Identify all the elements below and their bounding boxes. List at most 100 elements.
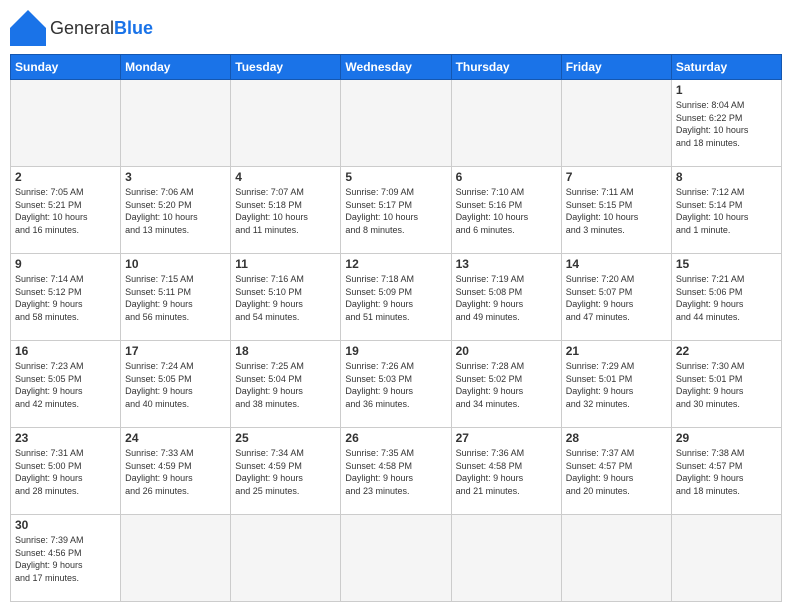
day-number: 9 xyxy=(15,257,116,271)
day-number: 14 xyxy=(566,257,667,271)
day-number: 19 xyxy=(345,344,446,358)
day-number: 5 xyxy=(345,170,446,184)
day-info: Sunrise: 7:09 AM Sunset: 5:17 PM Dayligh… xyxy=(345,186,446,236)
calendar-cell xyxy=(451,80,561,167)
calendar-cell: 23Sunrise: 7:31 AM Sunset: 5:00 PM Dayli… xyxy=(11,428,121,515)
calendar-cell: 28 Sunrise: 7:37 AM Sunset: 4:57 PM Dayli… xyxy=(561,428,671,515)
weekday-header-thursday: Thursday xyxy=(451,55,561,80)
calendar-cell: 27 Sunrise: 7:36 AM Sunset: 4:58 PM Dayli… xyxy=(451,428,561,515)
day-number: 27 xyxy=(456,431,557,445)
calendar-cell: 4Sunrise: 7:07 AM Sunset: 5:18 PM Daylig… xyxy=(231,167,341,254)
weekday-header-row: SundayMondayTuesdayWednesdayThursdayFrid… xyxy=(11,55,782,80)
calendar-cell: 30Sunrise: 7:39 AM Sunset: 4:56 PM Dayli… xyxy=(11,515,121,602)
calendar-cell: 9 Sunrise: 7:14 AM Sunset: 5:12 PM Daylig… xyxy=(11,254,121,341)
day-number: 18 xyxy=(235,344,336,358)
day-number: 8 xyxy=(676,170,777,184)
day-info: Sunrise: 7:37 AM Sunset: 4:57 PM Dayligh… xyxy=(566,447,667,497)
day-info: Sunrise: 7:10 AM Sunset: 5:16 PM Dayligh… xyxy=(456,186,557,236)
day-number: 10 xyxy=(125,257,226,271)
day-info: Sunrise: 7:24 AM Sunset: 5:05 PM Dayligh… xyxy=(125,360,226,410)
day-number: 22 xyxy=(676,344,777,358)
calendar-cell xyxy=(561,80,671,167)
day-info: Sunrise: 7:38 AM Sunset: 4:57 PM Dayligh… xyxy=(676,447,777,497)
day-number: 25 xyxy=(235,431,336,445)
day-number: 28 xyxy=(566,431,667,445)
day-number: 30 xyxy=(15,518,116,532)
day-info: Sunrise: 7:25 AM Sunset: 5:04 PM Dayligh… xyxy=(235,360,336,410)
calendar-cell: 11 Sunrise: 7:16 AM Sunset: 5:10 PM Dayli… xyxy=(231,254,341,341)
week-row-1: 1Sunrise: 8:04 AM Sunset: 6:22 PM Daylig… xyxy=(11,80,782,167)
calendar-cell: 18 Sunrise: 7:25 AM Sunset: 5:04 PM Dayli… xyxy=(231,341,341,428)
day-info: Sunrise: 7:14 AM Sunset: 5:12 PM Dayligh… xyxy=(15,273,116,323)
calendar-cell: 25 Sunrise: 7:34 AM Sunset: 4:59 PM Dayli… xyxy=(231,428,341,515)
logo: GeneralBlue xyxy=(10,10,153,46)
calendar-cell: 10Sunrise: 7:15 AM Sunset: 5:11 PM Dayli… xyxy=(121,254,231,341)
calendar-cell: 29 Sunrise: 7:38 AM Sunset: 4:57 PM Dayli… xyxy=(671,428,781,515)
calendar-cell: 3 Sunrise: 7:06 AM Sunset: 5:20 PM Daylig… xyxy=(121,167,231,254)
day-info: Sunrise: 7:16 AM Sunset: 5:10 PM Dayligh… xyxy=(235,273,336,323)
calendar-cell: 22 Sunrise: 7:30 AM Sunset: 5:01 PM Dayli… xyxy=(671,341,781,428)
day-info: Sunrise: 7:05 AM Sunset: 5:21 PM Dayligh… xyxy=(15,186,116,236)
weekday-header-monday: Monday xyxy=(121,55,231,80)
day-info: Sunrise: 7:18 AM Sunset: 5:09 PM Dayligh… xyxy=(345,273,446,323)
day-number: 16 xyxy=(15,344,116,358)
day-info: Sunrise: 7:20 AM Sunset: 5:07 PM Dayligh… xyxy=(566,273,667,323)
generalblue-logo-icon xyxy=(10,10,46,46)
day-info: Sunrise: 7:34 AM Sunset: 4:59 PM Dayligh… xyxy=(235,447,336,497)
calendar-cell xyxy=(231,80,341,167)
day-number: 6 xyxy=(456,170,557,184)
day-info: Sunrise: 7:36 AM Sunset: 4:58 PM Dayligh… xyxy=(456,447,557,497)
calendar-cell: 2 Sunrise: 7:05 AM Sunset: 5:21 PM Daylig… xyxy=(11,167,121,254)
calendar-cell: 7 Sunrise: 7:11 AM Sunset: 5:15 PM Daylig… xyxy=(561,167,671,254)
day-number: 29 xyxy=(676,431,777,445)
calendar-cell: 12 Sunrise: 7:18 AM Sunset: 5:09 PM Dayli… xyxy=(341,254,451,341)
day-info: Sunrise: 7:29 AM Sunset: 5:01 PM Dayligh… xyxy=(566,360,667,410)
calendar-cell: 21 Sunrise: 7:29 AM Sunset: 5:01 PM Dayli… xyxy=(561,341,671,428)
day-number: 7 xyxy=(566,170,667,184)
day-info: Sunrise: 7:23 AM Sunset: 5:05 PM Dayligh… xyxy=(15,360,116,410)
day-number: 15 xyxy=(676,257,777,271)
day-info: Sunrise: 7:31 AM Sunset: 5:00 PM Dayligh… xyxy=(15,447,116,497)
week-row-3: 9 Sunrise: 7:14 AM Sunset: 5:12 PM Daylig… xyxy=(11,254,782,341)
calendar-table: SundayMondayTuesdayWednesdayThursdayFrid… xyxy=(10,54,782,602)
calendar-cell xyxy=(561,515,671,602)
calendar-cell: 1Sunrise: 8:04 AM Sunset: 6:22 PM Daylig… xyxy=(671,80,781,167)
day-number: 2 xyxy=(15,170,116,184)
calendar-cell xyxy=(451,515,561,602)
day-info: Sunrise: 7:28 AM Sunset: 5:02 PM Dayligh… xyxy=(456,360,557,410)
day-number: 1 xyxy=(676,83,777,97)
calendar-cell xyxy=(341,515,451,602)
day-info: Sunrise: 7:30 AM Sunset: 5:01 PM Dayligh… xyxy=(676,360,777,410)
calendar-cell xyxy=(231,515,341,602)
day-info: Sunrise: 7:19 AM Sunset: 5:08 PM Dayligh… xyxy=(456,273,557,323)
day-number: 11 xyxy=(235,257,336,271)
calendar-cell xyxy=(341,80,451,167)
day-number: 12 xyxy=(345,257,446,271)
day-number: 13 xyxy=(456,257,557,271)
weekday-header-sunday: Sunday xyxy=(11,55,121,80)
calendar-cell: 8 Sunrise: 7:12 AM Sunset: 5:14 PM Daylig… xyxy=(671,167,781,254)
header: GeneralBlue xyxy=(10,10,782,46)
calendar-cell xyxy=(121,515,231,602)
day-info: Sunrise: 7:12 AM Sunset: 5:14 PM Dayligh… xyxy=(676,186,777,236)
calendar-cell xyxy=(11,80,121,167)
day-info: Sunrise: 7:11 AM Sunset: 5:15 PM Dayligh… xyxy=(566,186,667,236)
weekday-header-friday: Friday xyxy=(561,55,671,80)
day-info: Sunrise: 7:26 AM Sunset: 5:03 PM Dayligh… xyxy=(345,360,446,410)
day-number: 17 xyxy=(125,344,226,358)
day-number: 3 xyxy=(125,170,226,184)
day-info: Sunrise: 7:06 AM Sunset: 5:20 PM Dayligh… xyxy=(125,186,226,236)
calendar-cell: 6 Sunrise: 7:10 AM Sunset: 5:16 PM Daylig… xyxy=(451,167,561,254)
week-row-5: 23Sunrise: 7:31 AM Sunset: 5:00 PM Dayli… xyxy=(11,428,782,515)
day-number: 24 xyxy=(125,431,226,445)
week-row-2: 2 Sunrise: 7:05 AM Sunset: 5:21 PM Daylig… xyxy=(11,167,782,254)
week-row-4: 16 Sunrise: 7:23 AM Sunset: 5:05 PM Dayli… xyxy=(11,341,782,428)
calendar-cell xyxy=(121,80,231,167)
weekday-header-tuesday: Tuesday xyxy=(231,55,341,80)
day-info: Sunrise: 7:35 AM Sunset: 4:58 PM Dayligh… xyxy=(345,447,446,497)
day-number: 21 xyxy=(566,344,667,358)
day-info: Sunrise: 7:33 AM Sunset: 4:59 PM Dayligh… xyxy=(125,447,226,497)
day-info: Sunrise: 7:21 AM Sunset: 5:06 PM Dayligh… xyxy=(676,273,777,323)
calendar-cell: 20Sunrise: 7:28 AM Sunset: 5:02 PM Dayli… xyxy=(451,341,561,428)
calendar-cell: 14 Sunrise: 7:20 AM Sunset: 5:07 PM Dayli… xyxy=(561,254,671,341)
